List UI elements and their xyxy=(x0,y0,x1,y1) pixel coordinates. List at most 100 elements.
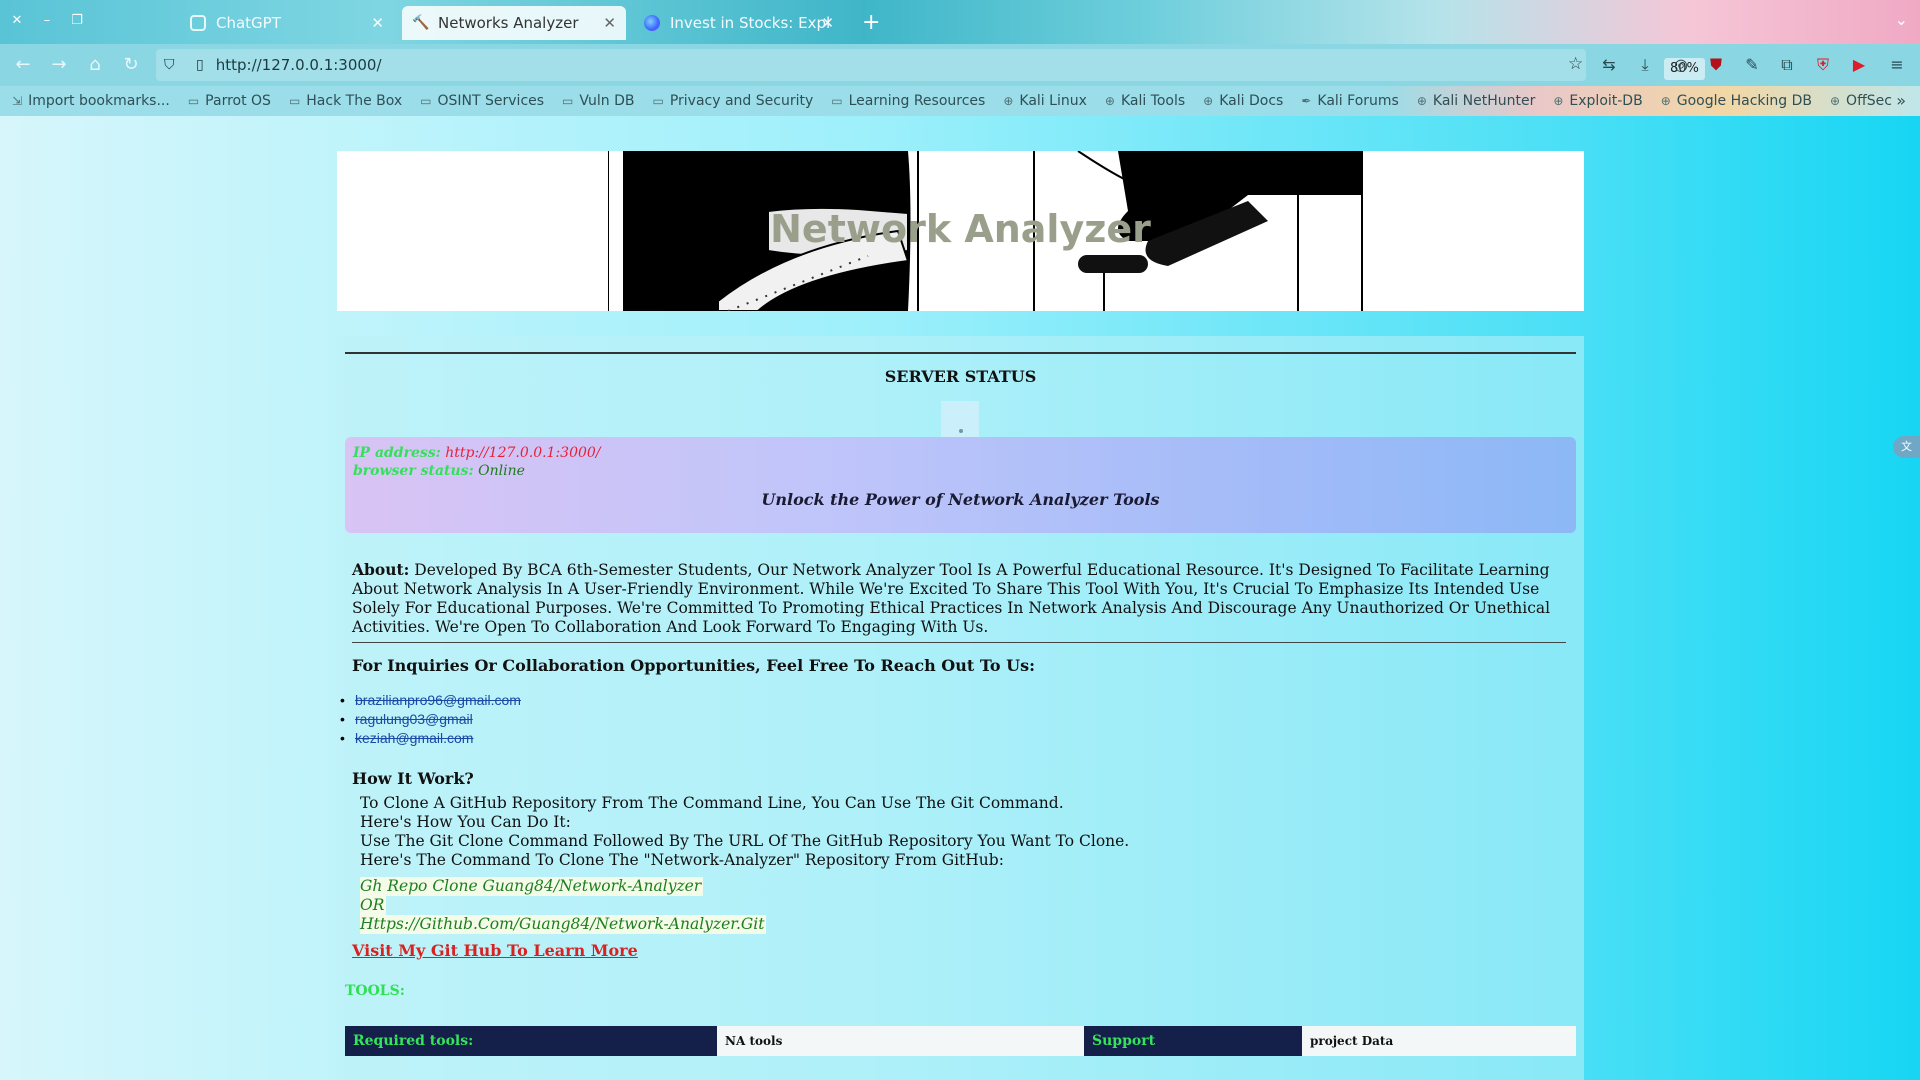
globe-icon: ⊕ xyxy=(1203,94,1214,108)
email-link[interactable]: keziah@gmail.com xyxy=(355,730,473,746)
project-data-cell: project Data xyxy=(1302,1026,1576,1056)
bookmark-folder[interactable]: ▭ OSINT Services xyxy=(420,93,544,109)
folder-icon: ▭ xyxy=(187,94,200,108)
home-icon[interactable]: ⌂ xyxy=(84,54,106,76)
translate-icon[interactable]: 文 xyxy=(1893,436,1920,458)
github-link[interactable]: Visit My Git Hub To Learn More xyxy=(352,941,638,960)
ip-address-line: IP address: http://127.0.0.1:3000/ xyxy=(353,445,601,461)
about-label: About: xyxy=(352,560,410,579)
bookmark-item[interactable]: ⊕ Kali Linux xyxy=(1003,93,1087,109)
browser-status-line: browser status: Online xyxy=(353,463,525,479)
close-tab-icon[interactable]: ✕ xyxy=(603,14,616,32)
command-separator: OR xyxy=(360,896,387,915)
instruction-line: Here's The Command To Clone The "Network… xyxy=(360,851,1004,869)
bookmark-folder[interactable]: ▭ Hack The Box xyxy=(289,93,402,109)
bookmark-item[interactable]: ⇲ Import bookmarks... xyxy=(12,93,170,109)
how-it-works-text: To Clone A GitHub Repository From The Co… xyxy=(360,794,1129,870)
tab-label: Invest in Stocks: Explore xyxy=(670,14,830,32)
close-tab-icon[interactable]: ✕ xyxy=(821,14,834,32)
shield-extension-icon[interactable]: ⛨ xyxy=(1812,54,1834,76)
restore-window-icon[interactable]: ❐ xyxy=(68,12,86,30)
firefox-view-tab[interactable] xyxy=(140,6,170,40)
address-bar[interactable]: ⛉ ▯ http://127.0.0.1:3000/ 80% ☆ xyxy=(156,49,1705,81)
command-line: Gh Repo Clone Guang84/Network-Analyzer xyxy=(360,877,704,896)
tools-label: TOOLS: xyxy=(345,983,405,999)
bookmark-folder[interactable]: ▭ Vuln DB xyxy=(562,93,634,109)
minimize-window-icon[interactable]: – xyxy=(38,12,56,30)
clone-commands: Gh Repo Clone Guang84/Network-Analyzer O… xyxy=(360,877,767,934)
list-item: keziah@gmail.com xyxy=(337,728,521,747)
email-link[interactable]: ragulung03@gmail xyxy=(355,711,473,727)
tab-chatgpt[interactable]: ChatGPT ✕ xyxy=(180,6,394,40)
bookmark-item[interactable]: ⊕ Google Hacking DB xyxy=(1661,93,1812,109)
bookmark-star-icon[interactable]: ☆ xyxy=(1568,54,1583,74)
bookmark-folder[interactable]: ▭ Learning Resources xyxy=(831,93,985,109)
tab-networks-analyzer[interactable]: 🔨 Networks Analyzer ✕ xyxy=(402,6,626,40)
folder-icon: ▭ xyxy=(288,94,301,108)
list-tabs-chevron-icon[interactable]: ⌄ xyxy=(1895,10,1908,29)
header-banner: Network Analyzer xyxy=(337,151,1584,311)
ublock-icon[interactable]: ⛊ xyxy=(1705,54,1727,76)
globe-icon: ⊕ xyxy=(1416,94,1427,108)
na-tools-cell: NA tools xyxy=(717,1026,1084,1056)
wrench-icon[interactable]: ✎ xyxy=(1741,54,1763,76)
forward-arrow-icon[interactable]: → xyxy=(48,54,70,76)
tagline: Unlock the Power of Network Analyzer Too… xyxy=(761,490,1160,509)
email-link[interactable]: brazilianpro96@gmail.com xyxy=(355,692,521,708)
folder-icon: ▭ xyxy=(420,94,432,108)
how-it-works-heading: How It Work? xyxy=(352,769,474,788)
tab-label: ChatGPT xyxy=(216,14,281,32)
kali-dragon-icon: ✒ xyxy=(1301,94,1312,108)
instruction-line: Here's How You Can Do It: xyxy=(360,813,571,831)
bookmark-item[interactable]: ⊕ OffSec xyxy=(1830,93,1892,109)
main-panel: SERVER STATUS IP address: http://127.0.0… xyxy=(337,336,1584,1080)
globe-icon xyxy=(644,15,660,31)
site-title: Network Analyzer xyxy=(770,207,1151,251)
divider xyxy=(345,352,1576,354)
menu-hamburger-icon[interactable]: ≡ xyxy=(1886,54,1908,76)
new-tab-button[interactable]: + xyxy=(862,10,880,35)
required-tools-cell: Required tools: xyxy=(345,1026,717,1056)
folder-icon: ▭ xyxy=(562,94,574,108)
folder-icon: ▭ xyxy=(831,94,843,108)
ip-value: http://127.0.0.1:3000/ xyxy=(445,445,601,461)
instruction-line: Use The Git Clone Command Followed By Th… xyxy=(360,832,1130,850)
bookmark-item[interactable]: ⊕ Exploit-DB xyxy=(1553,93,1642,109)
status-indicator xyxy=(941,401,979,437)
puzzle-extension-icon[interactable]: ⧉ xyxy=(1776,54,1798,76)
inquiries-heading: For Inquiries Or Collaboration Opportuni… xyxy=(352,656,1035,675)
tab-invest-stocks[interactable]: Invest in Stocks: Explore ✕ xyxy=(634,6,844,40)
list-item: brazilianpro96@gmail.com xyxy=(337,690,521,709)
globe-icon: ⊕ xyxy=(1660,94,1671,108)
support-cell: Support xyxy=(1084,1026,1302,1056)
bookmark-item[interactable]: ✒ Kali Forums xyxy=(1301,93,1399,109)
close-window-icon[interactable]: ✕ xyxy=(8,12,26,30)
extension-icon[interactable]: ⇆ xyxy=(1598,54,1620,76)
bookmark-folder[interactable]: ▭ Privacy and Security xyxy=(653,93,814,109)
browser-status-value: Online xyxy=(478,463,525,479)
tab-bar: ✕ – ❐ ChatGPT ✕ 🔨 Networks Analyzer ✕ In… xyxy=(0,0,1920,44)
bookmark-item[interactable]: ⊕ Kali NetHunter xyxy=(1417,93,1536,109)
browser-status-label: browser status: xyxy=(353,463,474,479)
folder-icon: ▭ xyxy=(652,94,664,108)
play-extension-icon[interactable]: ▶ xyxy=(1848,54,1870,76)
server-status-heading: SERVER STATUS xyxy=(884,367,1037,386)
list-item: ragulung03@gmail xyxy=(337,709,521,728)
reload-icon[interactable]: ↻ xyxy=(120,54,142,76)
chatgpt-icon xyxy=(190,15,206,31)
page-icon[interactable]: ▯ xyxy=(196,57,204,73)
server-info-box: IP address: http://127.0.0.1:3000/ brows… xyxy=(345,437,1576,533)
bookmark-item[interactable]: ⊕ Kali Tools xyxy=(1105,93,1185,109)
url-text[interactable]: http://127.0.0.1:3000/ xyxy=(216,56,382,74)
account-icon[interactable]: ◎ xyxy=(1670,54,1692,76)
bookmark-item[interactable]: ⊕ Kali Docs xyxy=(1203,93,1283,109)
bookmark-folder[interactable]: ▭ Parrot OS xyxy=(188,93,271,109)
download-icon[interactable]: ⤓ xyxy=(1634,54,1656,76)
divider xyxy=(352,642,1566,643)
email-list: brazilianpro96@gmail.com ragulung03@gmai… xyxy=(337,690,521,747)
back-arrow-icon[interactable]: ← xyxy=(12,54,34,76)
close-tab-icon[interactable]: ✕ xyxy=(371,14,384,32)
globe-icon: ⊕ xyxy=(1003,94,1014,108)
shield-icon[interactable]: ⛉ xyxy=(164,57,175,73)
more-bookmarks-chevron-icon[interactable]: » xyxy=(1896,91,1906,110)
